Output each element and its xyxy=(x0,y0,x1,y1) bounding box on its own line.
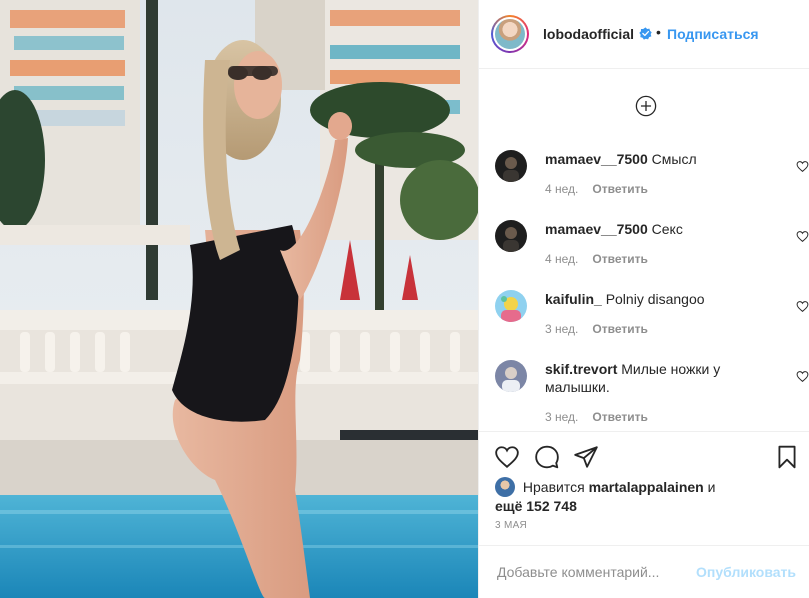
like-comment-heart-icon[interactable] xyxy=(796,230,809,243)
commenter-username[interactable]: mamaev__7500 xyxy=(545,151,648,167)
share-send-icon[interactable] xyxy=(573,444,599,470)
liker-avatar[interactable] xyxy=(495,477,515,497)
likes-prefix: Нравится xyxy=(522,479,585,495)
likes-count-link[interactable]: ещё 152 748 xyxy=(495,498,577,514)
reply-button[interactable]: Ответить xyxy=(592,410,647,424)
commenter-username[interactable]: skif.trevort xyxy=(545,361,617,377)
verified-badge-icon xyxy=(639,27,652,40)
reply-button[interactable]: Ответить xyxy=(592,252,647,266)
post-photo[interactable] xyxy=(0,0,478,598)
likes-conjunction: и xyxy=(707,479,716,495)
load-more-comments-icon[interactable] xyxy=(635,95,657,117)
comment-text: Polniy disangoo xyxy=(605,291,705,307)
reply-button[interactable]: Ответить xyxy=(592,322,647,336)
likes-summary: Нравится martalappalainen и ещё 152 748 xyxy=(495,477,795,515)
like-comment-heart-icon[interactable] xyxy=(796,370,809,383)
post-action-bar xyxy=(479,431,809,481)
liker-username[interactable]: martalappalainen xyxy=(589,479,704,495)
comment-age: 4 нед. xyxy=(545,252,579,266)
author-username[interactable]: lobodaofficial xyxy=(543,26,634,42)
like-comment-heart-icon[interactable] xyxy=(796,300,809,313)
instagram-post: lobodaofficial • Подписаться mamaev__750… xyxy=(0,0,809,598)
comment-text: Секс xyxy=(651,221,683,237)
commenter-avatar[interactable] xyxy=(495,360,527,392)
author-avatar[interactable] xyxy=(491,15,529,53)
header-separator: • xyxy=(656,24,661,40)
reply-button[interactable]: Ответить xyxy=(592,182,647,196)
comment-age: 3 нед. xyxy=(545,322,579,336)
commenter-avatar[interactable] xyxy=(495,290,527,322)
add-comment-bar: Опубликовать xyxy=(479,545,809,598)
comment-bubble-icon[interactable] xyxy=(534,444,560,470)
post-date[interactable]: 3 МАЯ xyxy=(495,520,527,531)
commenter-username[interactable]: kaifulin_ xyxy=(545,291,602,307)
comment-input[interactable] xyxy=(495,560,689,584)
like-heart-icon[interactable] xyxy=(494,444,520,470)
commenter-username[interactable]: mamaev__7500 xyxy=(545,221,648,237)
follow-button[interactable]: Подписаться xyxy=(667,26,759,42)
post-side-panel: lobodaofficial • Подписаться mamaev__750… xyxy=(478,0,809,598)
comment-text: Смысл xyxy=(651,151,697,167)
commenter-avatar[interactable] xyxy=(495,220,527,252)
comment-age: 4 нед. xyxy=(545,182,579,196)
post-header: lobodaofficial • Подписаться xyxy=(479,0,809,69)
photo-scene xyxy=(0,0,478,598)
save-bookmark-icon[interactable] xyxy=(774,444,800,470)
like-comment-heart-icon[interactable] xyxy=(796,160,809,173)
commenter-avatar[interactable] xyxy=(495,150,527,182)
publish-button[interactable]: Опубликовать xyxy=(696,564,796,580)
comment-age: 3 нед. xyxy=(545,410,579,424)
